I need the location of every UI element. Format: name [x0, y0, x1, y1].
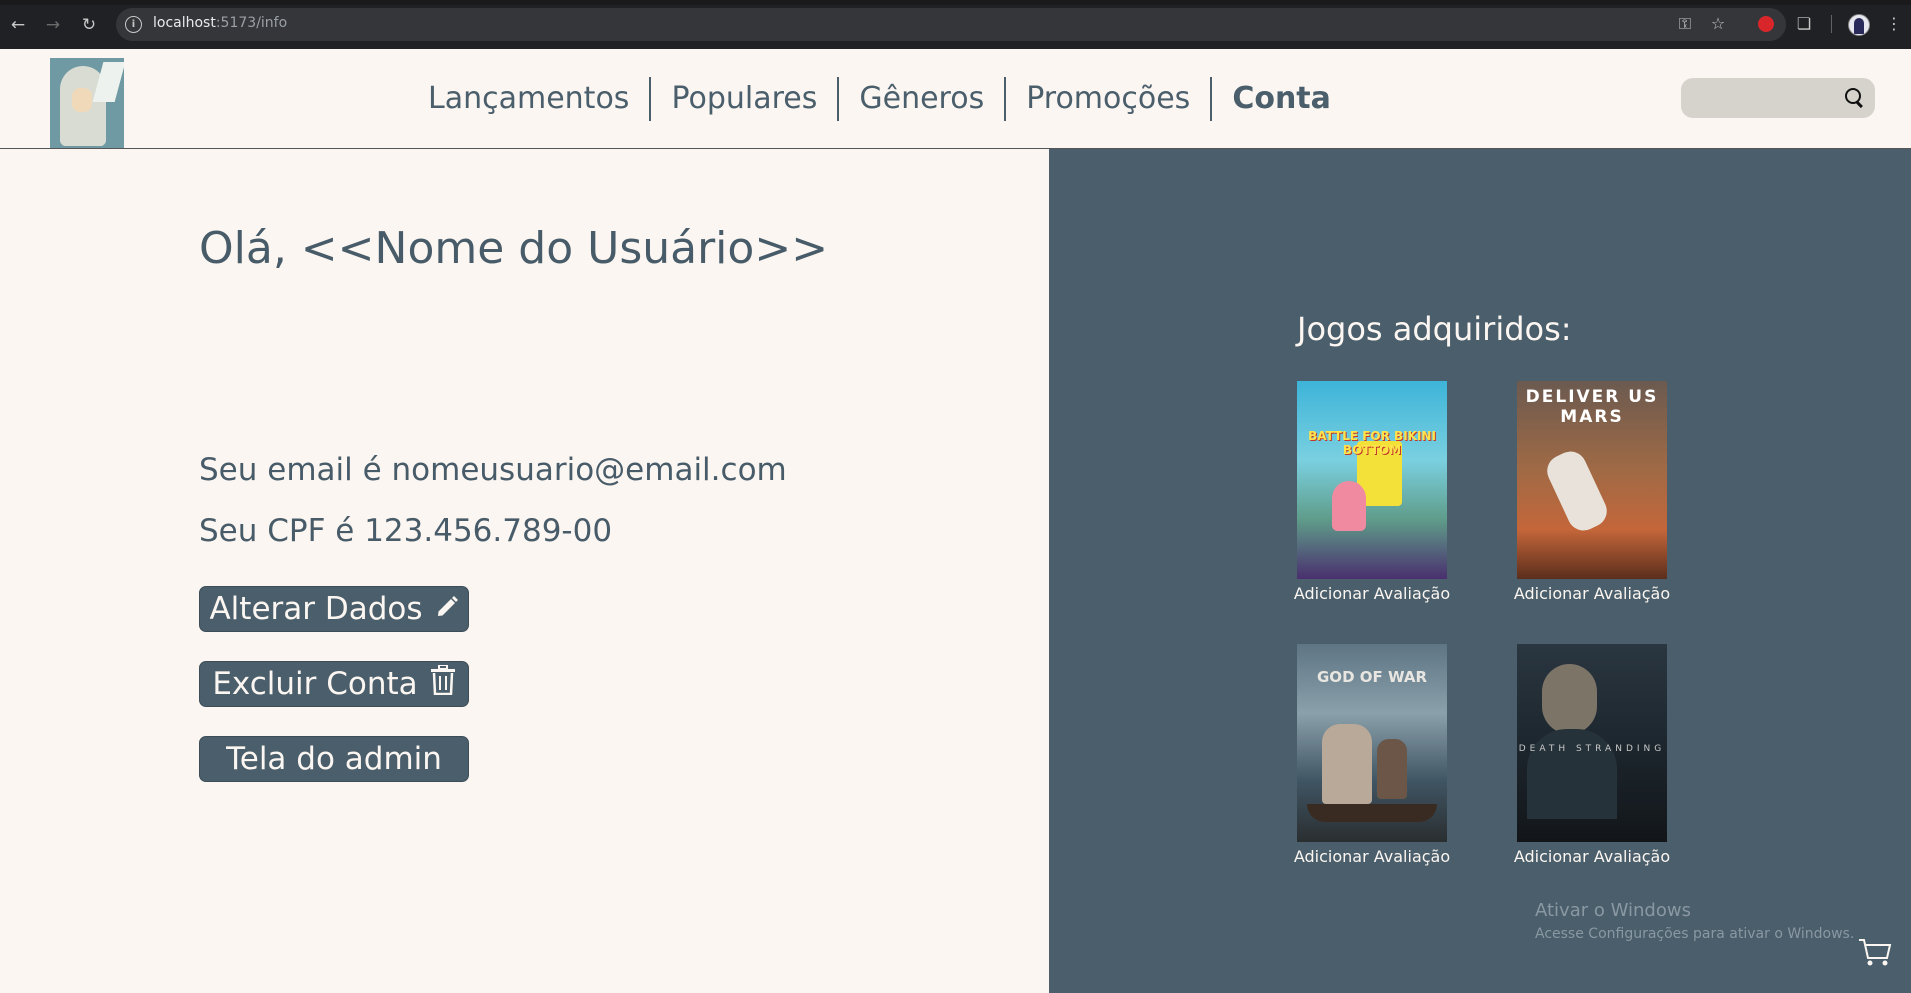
- cover-character-shape: [1527, 729, 1617, 819]
- search-icon[interactable]: [1845, 88, 1861, 104]
- cover-title-text: BATTLE FOR BIKINI BOTTOM: [1308, 429, 1436, 457]
- address-bar[interactable]: i localhost:5173/info: [116, 8, 1786, 41]
- cover-title-text: DEATH STRANDING: [1518, 744, 1666, 754]
- extension-icon[interactable]: [1758, 16, 1774, 32]
- nav-conta[interactable]: Conta: [1210, 77, 1351, 121]
- site-logo[interactable]: [50, 58, 124, 148]
- cover-boat-shape: [1307, 804, 1437, 822]
- purchased-games-title: Jogos adquiridos:: [1297, 310, 1572, 348]
- toolbar-divider: [1831, 15, 1832, 33]
- cpf-text: Seu CPF é 123.456.789-00: [199, 513, 613, 549]
- site-header: Lançamentos Populares Gêneros Promoções …: [0, 49, 1911, 149]
- game-cover-spongebob[interactable]: BATTLE FOR BIKINI BOTTOM: [1297, 381, 1447, 579]
- game-cover-god-of-war[interactable]: GOD OF WAR: [1297, 644, 1447, 842]
- cover-character-shape: [1377, 739, 1407, 799]
- profile-avatar[interactable]: [1848, 14, 1870, 36]
- back-icon[interactable]: ←: [7, 14, 29, 36]
- nav-lancamentos[interactable]: Lançamentos: [410, 77, 649, 121]
- nav-populares[interactable]: Populares: [649, 77, 837, 121]
- search-input[interactable]: [1681, 78, 1875, 118]
- game-card[interactable]: DEATH STRANDING Adicionar Avaliação: [1514, 644, 1670, 866]
- admin-screen-button[interactable]: Tela do admin: [199, 736, 469, 782]
- game-cover-death-stranding[interactable]: DEATH STRANDING: [1517, 644, 1667, 842]
- add-review-link[interactable]: Adicionar Avaliação: [1507, 584, 1677, 603]
- bookmark-star-icon[interactable]: ☆: [1707, 13, 1729, 35]
- windows-activation-subtitle: Acesse Configurações para ativar o Windo…: [1535, 926, 1855, 942]
- forward-icon[interactable]: →: [42, 14, 64, 36]
- logo-face-shape: [72, 88, 92, 112]
- edit-data-label: Alterar Dados: [209, 591, 423, 627]
- admin-screen-label: Tela do admin: [226, 741, 442, 777]
- add-review-link[interactable]: Adicionar Avaliação: [1287, 584, 1457, 603]
- trash-icon: [430, 664, 456, 703]
- url-text[interactable]: localhost:5173/info: [153, 15, 287, 31]
- pencil-icon: [435, 591, 459, 627]
- cover-character-shape: [1542, 664, 1597, 734]
- cart-icon[interactable]: [1858, 938, 1892, 968]
- tab-strip: [0, 0, 1911, 5]
- cover-title-text: GOD OF WAR: [1317, 668, 1427, 686]
- cover-character-shape: [1322, 724, 1372, 804]
- game-card[interactable]: DELIVER US MARS Adicionar Avaliação: [1514, 381, 1670, 603]
- puzzle-icon[interactable]: ❏: [1793, 13, 1815, 35]
- edit-data-button[interactable]: Alterar Dados: [199, 586, 469, 632]
- game-cover-deliver-us-mars[interactable]: DELIVER US MARS: [1517, 381, 1667, 579]
- menu-icon[interactable]: ⋮: [1883, 13, 1905, 35]
- delete-account-button[interactable]: Excluir Conta: [199, 661, 469, 707]
- delete-account-label: Excluir Conta: [212, 666, 418, 702]
- add-review-link[interactable]: Adicionar Avaliação: [1287, 847, 1457, 866]
- url-path: :5173/info: [215, 15, 288, 31]
- nav-generos[interactable]: Gêneros: [837, 77, 1004, 121]
- nav-promocoes[interactable]: Promoções: [1004, 77, 1210, 121]
- browser-toolbar: ← → ↻ i localhost:5173/info ⚿ ☆ ❏ ⋮: [0, 0, 1911, 49]
- purchased-games-panel: [1049, 149, 1911, 993]
- site-info-icon[interactable]: i: [125, 16, 142, 33]
- cover-astronaut-shape: [1541, 446, 1613, 536]
- logo-wing-shape: [92, 62, 124, 102]
- email-text: Seu email é nomeusuario@email.com: [199, 452, 787, 488]
- cover-title-text: DELIVER US MARS: [1525, 387, 1659, 427]
- account-info-panel: [0, 149, 1049, 993]
- password-key-icon[interactable]: ⚿: [1674, 13, 1696, 35]
- cover-character-shape: [1332, 481, 1366, 531]
- reload-icon[interactable]: ↻: [78, 14, 100, 36]
- main-nav: Lançamentos Populares Gêneros Promoções …: [410, 75, 1351, 123]
- windows-activation-title: Ativar o Windows: [1535, 900, 1691, 921]
- game-card[interactable]: BATTLE FOR BIKINI BOTTOM Adicionar Avali…: [1294, 381, 1450, 603]
- url-host: localhost: [153, 15, 216, 31]
- greeting-heading: Olá, <<Nome do Usuário>>: [199, 223, 829, 274]
- add-review-link[interactable]: Adicionar Avaliação: [1507, 847, 1677, 866]
- game-card[interactable]: GOD OF WAR Adicionar Avaliação: [1294, 644, 1450, 866]
